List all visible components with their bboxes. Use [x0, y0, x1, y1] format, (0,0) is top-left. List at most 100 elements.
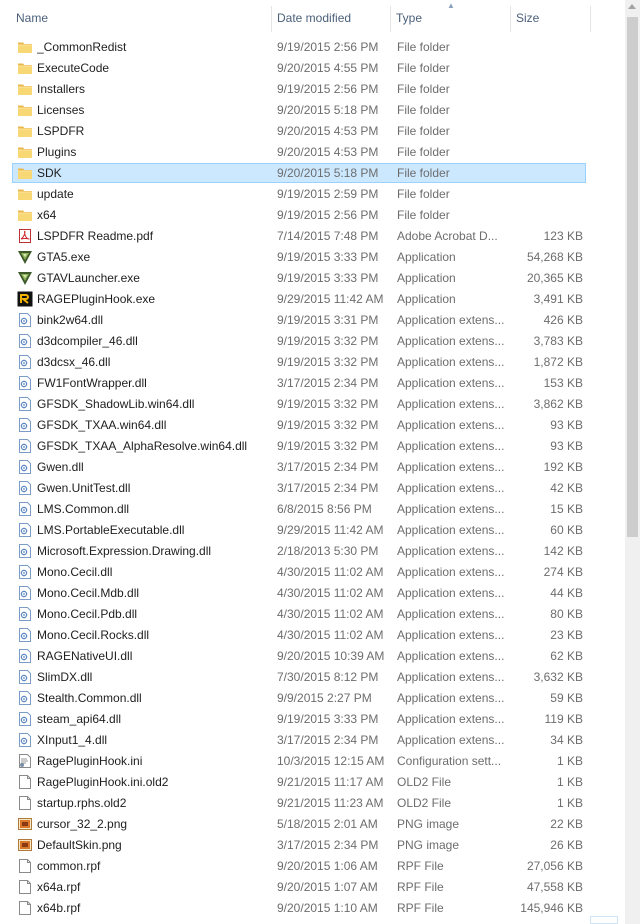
file-row[interactable]: DefaultSkin.png 3/17/2015 2:34 PM PNG imag… — [0, 835, 625, 856]
file-size: 1 KB — [556, 796, 583, 810]
file-size: 3,491 KB — [533, 292, 583, 306]
file-row[interactable]: Mono.Cecil.Pdb.dll 4/30/2015 11:02 AM Appl… — [0, 604, 625, 625]
file-date-modified: 4/30/2015 11:02 AM — [277, 628, 384, 642]
file-row[interactable]: Licenses 9/20/2015 5:18 PM File folder — [0, 100, 625, 121]
file-name: Gwen.UnitTest.dll — [37, 481, 131, 495]
file-name: GTA5.exe — [37, 250, 91, 264]
file-date-modified: 9/19/2015 3:33 PM — [277, 250, 379, 264]
file-row[interactable]: LMS.Common.dll 6/8/2015 8:56 PM Applicatio… — [0, 499, 625, 520]
file-row[interactable]: Mono.Cecil.Mdb.dll 4/30/2015 11:02 AM Appl… — [0, 583, 625, 604]
scroll-up-arrow-icon[interactable] — [628, 4, 636, 9]
file-row[interactable]: RAGENativeUI.dll 9/20/2015 10:39 AM Applic… — [0, 646, 625, 667]
horizontal-scroll-stub[interactable] — [590, 916, 618, 924]
file-row[interactable]: ExecuteCode 9/20/2015 4:55 PM File folder — [0, 58, 625, 79]
file-row[interactable]: Mono.Cecil.Rocks.dll 4/30/2015 11:02 AM Ap… — [0, 625, 625, 646]
file-type: Application extens... — [397, 670, 505, 684]
column-header-date[interactable]: Date modified — [272, 0, 390, 32]
dll-icon — [17, 585, 33, 601]
file-row[interactable]: GFSDK_TXAA.win64.dll 9/19/2015 3:32 PM App… — [0, 415, 625, 436]
file-type: File folder — [397, 103, 450, 117]
file-row[interactable]: SlimDX.dll 7/30/2015 8:12 PM Application e… — [0, 667, 625, 688]
file-row[interactable]: XInput1_4.dll 3/17/2015 2:34 PM Applicatio… — [0, 730, 625, 751]
file-type: File folder — [397, 145, 450, 159]
file-row[interactable]: Mono.Cecil.dll 4/30/2015 11:02 AM Applicat… — [0, 562, 625, 583]
file-date-modified: 9/19/2015 3:32 PM — [277, 439, 379, 453]
file-type: Application extens... — [397, 523, 505, 537]
file-type: OLD2 File — [397, 775, 452, 789]
file-row[interactable]: LSPDFR Readme.pdf 7/14/2015 7:48 PM Adobe … — [0, 226, 625, 247]
file-icon — [17, 879, 33, 895]
file-type: PNG image — [397, 817, 460, 831]
file-name: common.rpf — [37, 859, 101, 873]
file-size — [512, 184, 583, 205]
file-row[interactable]: update 9/19/2015 2:59 PM File folder — [0, 184, 625, 205]
file-row[interactable]: GFSDK_ShadowLib.win64.dll 9/19/2015 3:32 … — [0, 394, 625, 415]
file-row[interactable]: GTA5.exe 9/19/2015 3:33 PM Application 54,2… — [0, 247, 625, 268]
column-header-name[interactable]: Name — [11, 0, 271, 32]
folder-icon — [17, 144, 33, 160]
file-row[interactable]: startup.rphs.old2 9/21/2015 11:23 AM OLD2 … — [0, 793, 625, 814]
file-type: Configuration sett... — [397, 754, 502, 768]
dll-icon — [17, 333, 33, 349]
file-row[interactable]: steam_api64.dll 9/19/2015 3:33 PM Applicat… — [0, 709, 625, 730]
file-row[interactable]: x64b.rpf 9/20/2015 1:10 AM RPF File 145,946… — [0, 898, 625, 919]
file-row[interactable]: Microsoft.Expression.Drawing.dll 2/18/201… — [0, 541, 625, 562]
file-row[interactable]: LMS.PortableExecutable.dll 9/29/2015 11:4… — [0, 520, 625, 541]
file-row[interactable]: SDK 9/20/2015 5:18 PM File folder — [0, 163, 625, 184]
vertical-scrollbar[interactable] — [625, 0, 640, 924]
file-row[interactable]: common.rpf 9/20/2015 1:06 AM RPF File 27,05… — [0, 856, 625, 877]
file-type: Application extens... — [397, 649, 505, 663]
file-name: SlimDX.dll — [37, 670, 93, 684]
dll-icon — [17, 564, 33, 580]
file-type: File folder — [397, 124, 450, 138]
file-size: 54,268 KB — [526, 250, 583, 264]
rage-icon — [17, 291, 33, 307]
dll-icon — [17, 480, 33, 496]
file-row[interactable]: d3dcsx_46.dll 9/19/2015 3:32 PM Applicatio… — [0, 352, 625, 373]
pdf-icon — [17, 228, 33, 244]
file-size — [512, 205, 583, 226]
file-type: File folder — [397, 82, 450, 96]
file-row[interactable]: RagePluginHook.ini.old2 9/21/2015 11:17 A… — [0, 772, 625, 793]
scrollbar-thumb[interactable] — [627, 17, 638, 537]
file-name: LMS.PortableExecutable.dll — [37, 523, 185, 537]
file-row[interactable]: LSPDFR 9/20/2015 4:53 PM File folder — [0, 121, 625, 142]
column-header-size[interactable]: Size — [511, 0, 591, 32]
file-row[interactable]: _CommonRedist 9/19/2015 2:56 PM File folde… — [0, 37, 625, 58]
file-row[interactable]: d3dcompiler_46.dll 9/19/2015 3:32 PM Appli… — [0, 331, 625, 352]
file-type: PNG image — [397, 838, 460, 852]
file-name: RAGENativeUI.dll — [37, 649, 133, 663]
folder-icon — [17, 123, 33, 139]
file-row[interactable]: FW1FontWrapper.dll 3/17/2015 2:34 PM Appli… — [0, 373, 625, 394]
file-date-modified: 4/30/2015 11:02 AM — [277, 565, 384, 579]
file-row[interactable]: RAGEPluginHook.exe 9/29/2015 11:42 AM Appl… — [0, 289, 625, 310]
file-type: Application extens... — [397, 733, 505, 747]
file-name: Stealth.Common.dll — [37, 691, 142, 705]
file-name: SDK — [37, 166, 62, 180]
file-name: LSPDFR — [37, 124, 85, 138]
file-row[interactable]: GFSDK_TXAA_AlphaResolve.win64.dll 9/19/20… — [0, 436, 625, 457]
file-row[interactable]: GTAVLauncher.exe 9/19/2015 3:33 PM Applica… — [0, 268, 625, 289]
file-row[interactable]: Plugins 9/20/2015 4:53 PM File folder — [0, 142, 625, 163]
file-date-modified: 9/20/2015 4:53 PM — [277, 145, 379, 159]
file-type: Application extens... — [397, 376, 505, 390]
file-name: update — [37, 187, 74, 201]
file-row[interactable]: Gwen.UnitTest.dll 3/17/2015 2:34 PM Applic… — [0, 478, 625, 499]
file-date-modified: 9/20/2015 1:07 AM — [277, 880, 378, 894]
file-row[interactable]: bink2w64.dll 9/19/2015 3:31 PM Application… — [0, 310, 625, 331]
file-date-modified: 9/20/2015 4:55 PM — [277, 61, 379, 75]
file-date-modified: 9/21/2015 11:17 AM — [277, 775, 384, 789]
file-row[interactable]: x64 9/19/2015 2:56 PM File folder — [0, 205, 625, 226]
file-row[interactable]: Gwen.dll 3/17/2015 2:34 PM Application ext… — [0, 457, 625, 478]
file-row[interactable]: cursor_32_2.png 5/18/2015 2:01 AM PNG imag… — [0, 814, 625, 835]
file-row[interactable]: Stealth.Common.dll 9/9/2015 2:27 PM Applic… — [0, 688, 625, 709]
file-name: DefaultSkin.png — [37, 838, 122, 852]
dll-icon — [17, 312, 33, 328]
file-row[interactable]: RagePluginHook.ini 10/3/2015 12:15 AM Conf… — [0, 751, 625, 772]
file-name: d3dcompiler_46.dll — [37, 334, 138, 348]
file-name: XInput1_4.dll — [37, 733, 108, 747]
file-row[interactable]: x64a.rpf 9/20/2015 1:07 AM RPF File 47,558 … — [0, 877, 625, 898]
png-icon — [17, 837, 33, 853]
column-divider[interactable] — [590, 6, 591, 32]
file-row[interactable]: Installers 9/19/2015 2:56 PM File folder — [0, 79, 625, 100]
